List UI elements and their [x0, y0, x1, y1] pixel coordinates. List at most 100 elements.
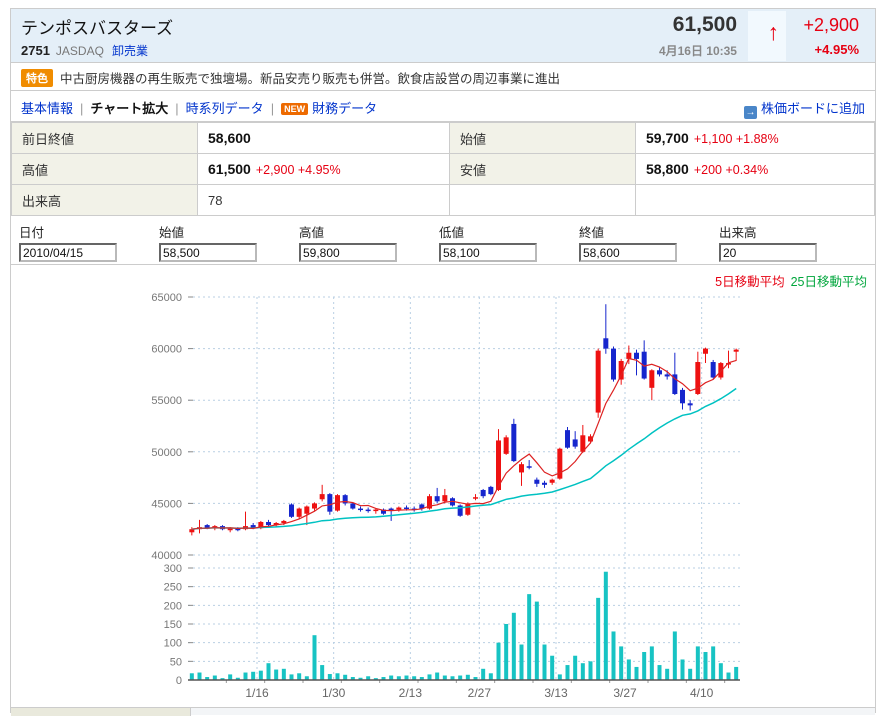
table-row: 高値 61,500 +2,900 +4.95% 安値 58,800 +200 +0.… [12, 154, 875, 185]
separator: | [80, 101, 83, 116]
date-input[interactable] [19, 243, 117, 262]
low-input[interactable] [439, 243, 537, 262]
svg-text:3/27: 3/27 [613, 686, 637, 700]
svg-text:150: 150 [164, 619, 182, 631]
open-change: +1,100 +1.88% [694, 132, 779, 146]
volume-number: 78 [208, 193, 222, 208]
label-prev-close: 前日終値 [12, 123, 198, 154]
svg-text:1/16: 1/16 [245, 686, 269, 700]
stock-header: テンポスバスターズ 2751 JASDAQ 卸売業 61,500 4月16日 10:… [11, 9, 875, 63]
tab-financial[interactable]: 財務データ [312, 101, 377, 116]
candlesticks [189, 304, 738, 535]
industry-link[interactable]: 卸売業 [112, 44, 148, 58]
high-label: 高値 [299, 222, 434, 241]
field-close: 終値 [579, 222, 714, 262]
arrow-box-icon: → [744, 106, 757, 119]
label-volume: 出来高 [12, 185, 198, 216]
value-open: 59,700 +1,100 +1.88% [636, 123, 875, 154]
svg-text:65000: 65000 [151, 292, 182, 304]
add-to-board-link[interactable]: 株価ボードに追加 [761, 101, 865, 116]
svg-text:55000: 55000 [151, 395, 182, 407]
field-open: 始値 [159, 222, 294, 262]
table-row: 前日終値 58,600 始値 59,700 +1,100 +1.88% [12, 123, 875, 154]
new-badge: NEW [281, 103, 308, 115]
prev-close-number: 58,600 [208, 130, 251, 146]
open-input[interactable] [159, 243, 257, 262]
svg-text:2/27: 2/27 [468, 686, 492, 700]
stock-code: 2751 [21, 43, 50, 58]
value-low: 58,800 +200 +0.34% [636, 154, 875, 185]
stock-detail-page: テンポスバスターズ 2751 JASDAQ 卸売業 61,500 4月16日 10:… [10, 8, 876, 713]
up-arrow-icon: ↑ [768, 21, 780, 44]
svg-text:40000: 40000 [151, 550, 182, 562]
tab-timeseries[interactable]: 時系列データ [186, 101, 264, 116]
high-number: 61,500 [208, 161, 251, 177]
stock-meta: 2751 JASDAQ 卸売業 [21, 42, 148, 59]
svg-text:0: 0 [176, 675, 182, 687]
label-open: 始値 [450, 123, 636, 154]
quote-summary-table: 前日終値 58,600 始値 59,700 +1,100 +1.88% 高値 61… [11, 122, 875, 216]
svg-text:100: 100 [164, 638, 182, 650]
ma-legend: 5日移動平均 25日移動平均 [11, 265, 875, 290]
date-label: 日付 [19, 222, 154, 241]
volume-input[interactable] [719, 243, 817, 262]
svg-text:50000: 50000 [151, 447, 182, 459]
candlestick-volume-chart: 65000 60000 55000 50000 45000 40000300 250 200 1… [11, 290, 875, 707]
label-high: 高値 [12, 154, 198, 185]
legend-ma5: 5日移動平均 [715, 275, 784, 289]
svg-text:45000: 45000 [151, 498, 182, 510]
svg-text:1/30: 1/30 [322, 686, 346, 700]
next-section-header-cell [11, 708, 191, 716]
value-high: 61,500 +2,900 +4.95% [198, 154, 450, 185]
feature-text: 中古厨房機器の再生販売で独壇場。新品安売り販売も併営。飲食店設営の周辺事業に進出 [60, 72, 560, 86]
field-high: 高値 [299, 222, 434, 262]
value-prev-close: 58,600 [198, 123, 450, 154]
current-price: 61,500 [673, 13, 737, 37]
price-change: +2,900 [803, 15, 859, 36]
label-low: 安値 [450, 154, 636, 185]
price-change-percent: +4.95% [815, 42, 859, 57]
svg-text:200: 200 [164, 600, 182, 612]
svg-text:250: 250 [164, 582, 182, 594]
svg-text:50: 50 [170, 656, 182, 668]
high-change: +2,900 +4.95% [256, 163, 341, 177]
separator: | [271, 101, 274, 116]
tab-basic-info[interactable]: 基本情報 [21, 101, 73, 116]
volume-bars [190, 572, 738, 680]
low-label: 低値 [439, 222, 574, 241]
open-number: 59,700 [646, 130, 689, 146]
volume-label: 出来高 [719, 222, 854, 241]
company-feature-row: 特色中古厨房機器の再生販売で独壇場。新品安売り販売も併営。飲食店設営の周辺事業に… [11, 63, 875, 91]
stock-name: テンポスバスターズ [21, 14, 173, 39]
grid-lines [188, 297, 740, 683]
empty-cell [450, 185, 636, 216]
empty-cell [636, 185, 875, 216]
open-label: 始値 [159, 222, 294, 241]
high-input[interactable] [299, 243, 397, 262]
tab-nav: → 株価ボードに追加 基本情報 | チャート拡大 | 時系列データ | NEW 財務データ [11, 91, 875, 122]
add-to-board[interactable]: → 株価ボードに追加 [744, 98, 865, 119]
table-row: 出来高 78 [12, 185, 875, 216]
field-low: 低値 [439, 222, 574, 262]
close-label: 終値 [579, 222, 714, 241]
tab-chart-current[interactable]: チャート拡大 [90, 101, 168, 116]
chart-area: 65000 60000 55000 50000 45000 40000300 250 200 1… [11, 290, 875, 707]
separator: | [175, 101, 178, 116]
svg-text:2/13: 2/13 [399, 686, 423, 700]
low-change: +200 +0.34% [694, 163, 768, 177]
feature-badge: 特色 [21, 69, 53, 87]
svg-text:4/10: 4/10 [690, 686, 714, 700]
low-number: 58,800 [646, 161, 689, 177]
value-volume: 78 [198, 185, 450, 216]
field-volume: 出来高 [719, 222, 854, 262]
svg-text:3/13: 3/13 [544, 686, 568, 700]
field-date: 日付 [19, 222, 154, 262]
stock-exchange: JASDAQ [56, 44, 104, 58]
quote-datetime: 4月16日 10:35 [659, 42, 737, 59]
svg-text:300: 300 [164, 563, 182, 575]
svg-text:60000: 60000 [151, 344, 182, 356]
next-section-strip [11, 707, 875, 715]
ohlc-input-row: 日付 始値 高値 低値 終値 出来高 [11, 220, 875, 265]
legend-ma25: 25日移動平均 [791, 275, 867, 289]
close-input[interactable] [579, 243, 677, 262]
